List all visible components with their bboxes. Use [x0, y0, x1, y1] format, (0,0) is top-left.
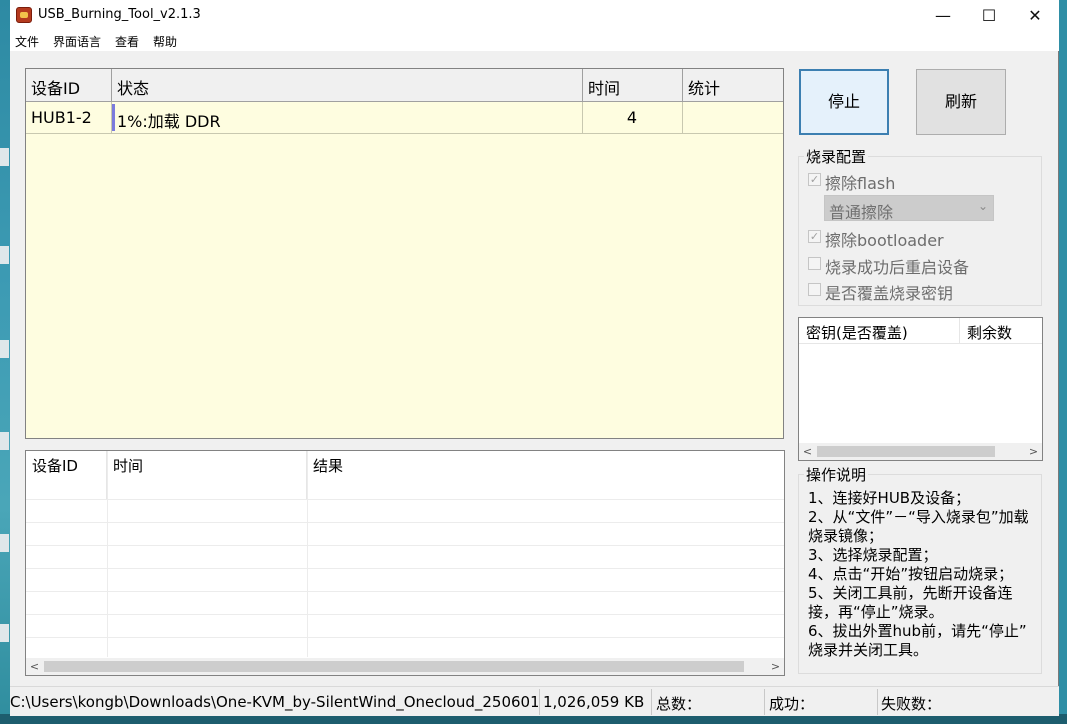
column-header-device-id[interactable]: 设备ID — [26, 69, 112, 102]
instruction-line: 烧录并关闭工具。 — [808, 641, 929, 659]
key-list[interactable]: 密钥(是否覆盖) 剩余数 < > — [798, 317, 1043, 461]
instruction-line: 3、选择烧录配置； — [808, 546, 938, 564]
cell-status[interactable]: 1%:加载 DDR — [112, 102, 583, 134]
device-table[interactable]: 设备ID 状态 时间 统计 HUB1-2 1%:加载 DDR 4 — [25, 68, 784, 439]
column-header-stats[interactable]: 统计 — [683, 69, 783, 102]
result-log-list[interactable]: 设备ID 时间 结果 < > — [25, 450, 785, 676]
status-separator — [764, 689, 765, 715]
status-separator — [651, 689, 652, 715]
status-separator — [877, 689, 878, 715]
erase-mode-select[interactable]: 普通擦除 ⌄ — [824, 195, 994, 222]
desktop-icon — [0, 534, 9, 552]
row-line — [26, 545, 784, 546]
row-line — [26, 614, 784, 615]
status-total: 总数： — [656, 695, 702, 713]
menu-help[interactable]: 帮助 — [153, 33, 177, 50]
scroll-left-icon[interactable]: < — [26, 658, 43, 675]
checkbox-checked-icon[interactable]: ✓ — [808, 230, 821, 243]
menu-file[interactable]: 文件 — [15, 33, 39, 50]
log-header-result[interactable]: 结果 — [307, 451, 784, 499]
log-header-time[interactable]: 时间 — [107, 451, 307, 499]
column-header-status[interactable]: 状态 — [112, 69, 583, 102]
desktop-icon — [0, 148, 9, 166]
status-bar: C:\Users\kongb\Downloads\One-KVM_by-Sile… — [10, 686, 1059, 716]
instruction-line: 接，再“停止”烧录。 — [808, 603, 944, 621]
window-title: USB_Burning_Tool_v2.1.3 — [38, 7, 201, 22]
scroll-thumb[interactable] — [817, 446, 995, 457]
desktop-icon — [0, 340, 9, 358]
cell-stats[interactable] — [683, 102, 783, 134]
key-header-key[interactable]: 密钥(是否覆盖) — [799, 318, 960, 344]
status-success: 成功： — [769, 695, 815, 713]
menu-language[interactable]: 界面语言 — [53, 33, 101, 50]
log-horizontal-scrollbar[interactable]: < > — [26, 658, 784, 675]
chevron-down-icon: ⌄ — [977, 199, 988, 213]
checkbox-checked-icon[interactable]: ✓ — [808, 173, 821, 186]
minimize-button[interactable]: — — [920, 0, 966, 31]
row-line — [26, 522, 784, 523]
instruction-line: 2、从“文件”－“导入烧录包”加载 — [808, 508, 1029, 526]
menu-view[interactable]: 查看 — [115, 33, 139, 50]
scroll-thumb[interactable] — [44, 661, 744, 672]
instructions-text: 1、连接好HUB及设备； 2、从“文件”－“导入烧录包”加载 烧录镜像； 3、选… — [808, 489, 1040, 660]
scroll-left-icon[interactable]: < — [799, 443, 816, 460]
burn-config-title: 烧录配置 — [804, 146, 869, 167]
status-file-size: 1,026,059 KB — [543, 693, 645, 711]
log-header-device-id[interactable]: 设备ID — [26, 451, 107, 499]
desktop-background — [0, 0, 10, 724]
close-button[interactable]: ✕ — [1012, 0, 1058, 31]
row-line — [26, 591, 784, 592]
key-header-remaining[interactable]: 剩余数 — [960, 318, 1042, 344]
menu-bar: 文件 界面语言 查看 帮助 — [10, 31, 1059, 51]
maximize-button[interactable]: ☐ — [966, 0, 1012, 31]
instruction-line: 5、关闭工具前，先断开设备连 — [808, 584, 1013, 602]
instruction-line: 烧录镜像； — [808, 527, 884, 545]
checkbox-unchecked-icon[interactable] — [808, 283, 821, 296]
row-line — [26, 637, 784, 638]
column-divider — [307, 451, 308, 657]
status-separator — [539, 689, 540, 715]
app-window: USB_Burning_Tool_v2.1.3 — ☐ ✕ 文件 界面语言 查看… — [10, 0, 1059, 716]
desktop-icon — [0, 246, 9, 264]
column-divider — [107, 451, 108, 657]
key-horizontal-scrollbar[interactable]: < > — [799, 443, 1042, 460]
scroll-right-icon[interactable]: > — [1025, 443, 1042, 460]
instruction-line: 1、连接好HUB及设备； — [808, 489, 971, 507]
stop-button[interactable]: 停止 — [799, 69, 889, 135]
desktop-icon — [0, 432, 9, 450]
checkbox-unchecked-icon[interactable] — [808, 257, 821, 270]
instruction-line: 4、点击“开始”按钮启动烧录； — [808, 565, 1014, 583]
cell-time[interactable]: 4 — [583, 102, 683, 134]
row-line — [26, 568, 784, 569]
desktop-icon — [0, 624, 9, 642]
scroll-right-icon[interactable]: > — [767, 658, 784, 675]
instruction-line: 6、拔出外置hub前，请先“停止” — [808, 622, 1027, 640]
instructions-title: 操作说明 — [804, 464, 869, 485]
refresh-button[interactable]: 刷新 — [916, 69, 1006, 135]
cell-device-id[interactable]: HUB1-2 — [26, 102, 112, 134]
app-logo-icon — [16, 7, 32, 23]
row-line — [26, 499, 784, 500]
status-fail: 失败数： — [881, 695, 942, 713]
column-header-time[interactable]: 时间 — [583, 69, 683, 102]
status-file-path: C:\Users\kongb\Downloads\One-KVM_by-Sile… — [10, 693, 538, 711]
title-bar: USB_Burning_Tool_v2.1.3 — ☐ ✕ — [10, 0, 1059, 31]
